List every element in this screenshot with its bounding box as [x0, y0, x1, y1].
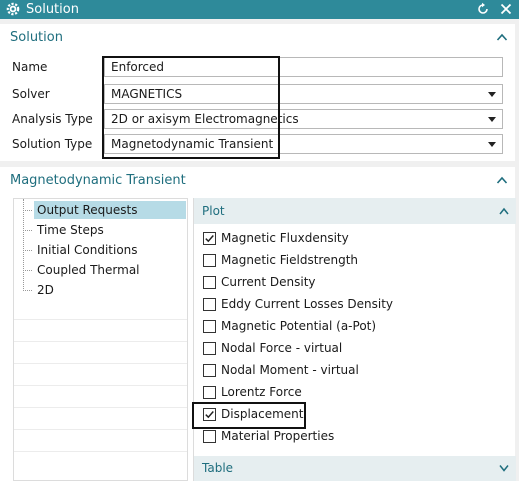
- tree-item-coupled-thermal[interactable]: Coupled Thermal: [23, 261, 186, 279]
- solver-value: MAGNETICS: [111, 87, 183, 101]
- tree-item-output-requests[interactable]: Output Requests: [23, 201, 186, 219]
- checkbox[interactable]: [203, 276, 216, 289]
- checkbox[interactable]: [203, 232, 216, 245]
- name-label: Name: [12, 60, 48, 74]
- dropdown-arrow-icon[interactable]: [488, 92, 496, 97]
- tree-gridline: [14, 407, 187, 408]
- checkbox-label: Current Density: [221, 275, 316, 289]
- tree-gridline: [14, 451, 187, 452]
- plot-group-header[interactable]: Plot: [194, 198, 516, 224]
- checkmark-icon: [205, 235, 214, 243]
- plot-group-title: Plot: [202, 204, 225, 218]
- tree-gridline: [14, 429, 187, 430]
- name-field[interactable]: Enforced: [104, 57, 503, 77]
- tree-item-label: Initial Conditions: [37, 243, 138, 257]
- tree-connector: [23, 199, 25, 291]
- checkbox-label: Nodal Force - virtual: [221, 341, 343, 355]
- tree-gridline: [14, 319, 187, 320]
- checkbox[interactable]: [203, 254, 216, 267]
- solution-section: Solution Name Enforced Solver MAGNETICS …: [0, 24, 515, 161]
- tree-gridline: [14, 341, 187, 342]
- solution-type-value: Magnetodynamic Transient: [111, 137, 274, 151]
- solver-select[interactable]: MAGNETICS: [104, 84, 503, 104]
- reset-icon[interactable]: [476, 2, 490, 16]
- transient-section-title: Magnetodynamic Transient: [10, 173, 186, 188]
- checkbox[interactable]: [203, 298, 216, 311]
- checkbox[interactable]: [203, 342, 216, 355]
- name-value: Enforced: [111, 60, 165, 74]
- tree-item-2d[interactable]: 2D: [23, 281, 186, 299]
- tree-gridline: [14, 363, 187, 364]
- tree-item-label: Time Steps: [37, 223, 104, 237]
- checkbox-label: Material Properties: [221, 429, 335, 443]
- checkbox[interactable]: [203, 408, 216, 421]
- window-title: Solution: [26, 2, 79, 17]
- title-bar: Solution: [0, 0, 519, 19]
- solver-label: Solver: [12, 87, 50, 101]
- dropdown-arrow-icon[interactable]: [488, 142, 496, 147]
- tree-gridline: [14, 385, 187, 386]
- checkbox-label: Magnetic Fluxdensity: [221, 231, 349, 245]
- tree-item-label: 2D: [37, 283, 54, 297]
- checkbox-label: Lorentz Force: [221, 385, 302, 399]
- analysis-type-value: 2D or axisym Electromagnetics: [111, 112, 299, 126]
- tree-connector: [23, 290, 32, 291]
- chevron-up-icon[interactable]: [496, 32, 508, 42]
- tree-connector: [23, 270, 32, 271]
- tree-connector: [23, 250, 32, 251]
- checkmark-icon: [205, 411, 214, 419]
- transient-section-header[interactable]: Magnetodynamic Transient: [0, 167, 515, 195]
- checkbox-label: Magnetic Fieldstrength: [221, 253, 359, 267]
- plot-panel: Plot Magnetic Fluxdensity Magnetic Field…: [193, 198, 516, 481]
- checkbox[interactable]: [203, 364, 216, 377]
- tree-item-time-steps[interactable]: Time Steps: [23, 221, 186, 239]
- close-icon[interactable]: [499, 2, 513, 16]
- checkbox[interactable]: [203, 320, 216, 333]
- table-group-title: Table: [202, 461, 234, 475]
- solution-section-header[interactable]: Solution: [0, 24, 515, 52]
- tree-item-label: Output Requests: [37, 203, 138, 217]
- checkbox-label: Eddy Current Losses Density: [221, 297, 394, 311]
- solution-section-title: Solution: [10, 30, 63, 45]
- checkbox-label: Magnetic Potential (a-Pot): [221, 319, 377, 333]
- dropdown-arrow-icon[interactable]: [488, 117, 496, 122]
- checkbox-label: Nodal Moment - virtual: [221, 363, 359, 377]
- tree-connector: [23, 230, 32, 231]
- chevron-up-icon[interactable]: [499, 207, 509, 215]
- tree-connector: [23, 210, 32, 211]
- gear-icon[interactable]: [5, 1, 21, 17]
- checkbox[interactable]: [203, 386, 216, 399]
- chevron-up-icon[interactable]: [496, 175, 508, 185]
- checkbox-label: Displacement: [221, 407, 304, 421]
- solution-type-label: Solution Type: [12, 137, 93, 151]
- analysis-type-select[interactable]: 2D or axisym Electromagnetics: [104, 109, 503, 129]
- output-tree: Output Requests Time Steps Initial Condi…: [13, 198, 188, 481]
- table-group-header[interactable]: Table: [194, 456, 516, 481]
- checkbox[interactable]: [203, 430, 216, 443]
- tree-item-initial-conditions[interactable]: Initial Conditions: [23, 241, 186, 259]
- solution-type-select[interactable]: Magnetodynamic Transient: [104, 134, 503, 154]
- tree-item-label: Coupled Thermal: [37, 263, 140, 277]
- chevron-down-icon[interactable]: [499, 464, 509, 472]
- analysis-type-label: Analysis Type: [12, 112, 93, 126]
